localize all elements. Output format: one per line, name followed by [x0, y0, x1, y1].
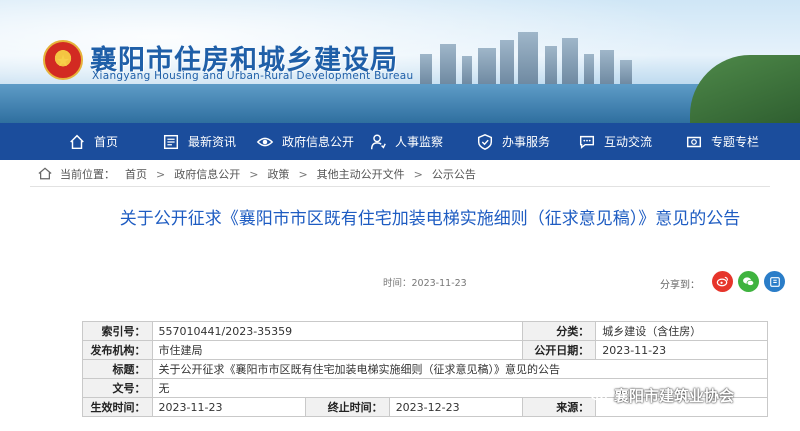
breadcrumb-item-home[interactable]: 首页 — [125, 166, 147, 182]
effective-label: 生效时间： — [82, 397, 153, 417]
shield-icon — [474, 132, 496, 152]
nav-item-services[interactable]: 办事服务 — [474, 123, 550, 160]
banner-building — [562, 38, 578, 84]
home-icon — [66, 132, 88, 152]
breadcrumb-item-policy[interactable]: 政策 — [267, 166, 289, 182]
home-icon — [38, 167, 54, 181]
wechat-share-icon[interactable] — [738, 271, 759, 292]
index-value: 557010441/2023-35359 — [151, 321, 523, 341]
nav-item-label: 办事服务 — [502, 135, 551, 149]
watermark-text: 襄阳市建筑业协会 — [614, 387, 735, 405]
main-nav: 首页 最新资讯 政府信息公开 人事监察 办事服务 互动交流 专题专栏 — [0, 123, 800, 160]
source-label: 来源： — [521, 397, 597, 417]
person-icon — [367, 132, 389, 152]
nav-item-label: 首页 — [94, 135, 119, 149]
breadcrumb-item-gov-info[interactable]: 政府信息公开 — [174, 166, 240, 182]
table-row: 索引号： 557010441/2023-35359 分类： 城乡建设（含住房） — [82, 321, 768, 341]
nav-item-label: 人事监察 — [395, 135, 444, 149]
banner-building — [584, 54, 594, 84]
pubdate-label: 公开日期： — [521, 340, 597, 360]
banner-building — [620, 60, 632, 84]
pubdate-value: 2023-11-23 — [595, 340, 768, 360]
breadcrumb-separator: > — [413, 167, 423, 181]
wechat-watermark-icon — [590, 389, 607, 402]
banner-building — [600, 50, 614, 84]
breadcrumb-prefix: 当前位置： — [60, 168, 115, 181]
banner-building — [420, 54, 432, 84]
nav-item-label: 互动交流 — [604, 135, 653, 149]
breadcrumb-item-notices[interactable]: 公示公告 — [432, 166, 476, 182]
nav-item-special[interactable]: 专题专栏 — [683, 123, 759, 160]
breadcrumb-item-other-files[interactable]: 其他主动公开文件 — [317, 166, 405, 182]
nav-item-label: 专题专栏 — [711, 135, 760, 149]
share-label: 分享到： — [660, 280, 700, 291]
nav-item-interaction[interactable]: 互动交流 — [576, 123, 652, 160]
site-subtitle: Xiangyang Housing and Urban-Rural Develo… — [92, 70, 414, 82]
docno-label: 文号： — [82, 378, 153, 398]
watermark: 襄阳市建筑业协会 — [590, 385, 734, 406]
banner-building — [518, 32, 538, 84]
category-value: 城乡建设（含住房） — [595, 321, 768, 341]
banner-building — [500, 40, 514, 84]
breadcrumb-separator: > — [156, 167, 166, 181]
banner-building — [545, 46, 557, 84]
table-row: 发布机构： 市住建局 公开日期： 2023-11-23 — [82, 340, 768, 360]
banner-river — [0, 84, 800, 123]
index-label: 索引号： — [82, 321, 153, 341]
nav-item-gov-info[interactable]: 政府信息公开 — [254, 123, 354, 160]
banner-building — [440, 44, 456, 84]
category-label: 分类： — [521, 321, 597, 341]
national-emblem-icon: ★ — [43, 40, 83, 80]
breadcrumb: 当前位置： 首页 > 政府信息公开 > 政策 > 其他主动公开文件 > 公示公告 — [38, 166, 476, 182]
chat-icon — [576, 132, 598, 152]
header-banner: ★ 襄阳市住房和城乡建设局 Xiangyang Housing and Urba… — [0, 0, 800, 123]
nav-item-home[interactable]: 首页 — [66, 123, 118, 160]
nav-item-label: 最新资讯 — [188, 135, 237, 149]
nav-item-news[interactable]: 最新资讯 — [160, 123, 236, 160]
publish-time: 时间：2023-11-23 — [383, 278, 467, 289]
effective-value: 2023-11-23 — [151, 397, 306, 417]
title-value: 关于公开征求《襄阳市市区既有住宅加装电梯实施细则（征求意见稿）》意见的公告 — [151, 359, 769, 379]
banner-building — [478, 48, 496, 84]
breadcrumb-separator: > — [298, 167, 308, 181]
weibo-share-icon[interactable] — [712, 271, 733, 292]
org-label: 发布机构： — [82, 340, 153, 360]
nav-item-label: 政府信息公开 — [282, 135, 355, 149]
nav-item-personnel[interactable]: 人事监察 — [367, 123, 443, 160]
banner-building — [462, 56, 472, 84]
breadcrumb-separator: > — [249, 167, 259, 181]
news-icon — [160, 132, 182, 152]
org-value: 市住建局 — [151, 340, 523, 360]
table-row: 标题： 关于公开征求《襄阳市市区既有住宅加装电梯实施细则（征求意见稿）》意见的公… — [82, 359, 769, 379]
breadcrumb-divider — [30, 186, 770, 187]
title-label: 标题： — [82, 359, 153, 379]
article-title: 关于公开征求《襄阳市市区既有住宅加装电梯实施细则（征求意见稿）》意见的公告 — [119, 209, 741, 229]
end-label: 终止时间： — [304, 397, 390, 417]
eye-icon — [254, 132, 276, 152]
more-share-icon[interactable] — [764, 271, 785, 292]
column-icon — [683, 132, 705, 152]
end-value: 2023-12-23 — [388, 397, 523, 417]
